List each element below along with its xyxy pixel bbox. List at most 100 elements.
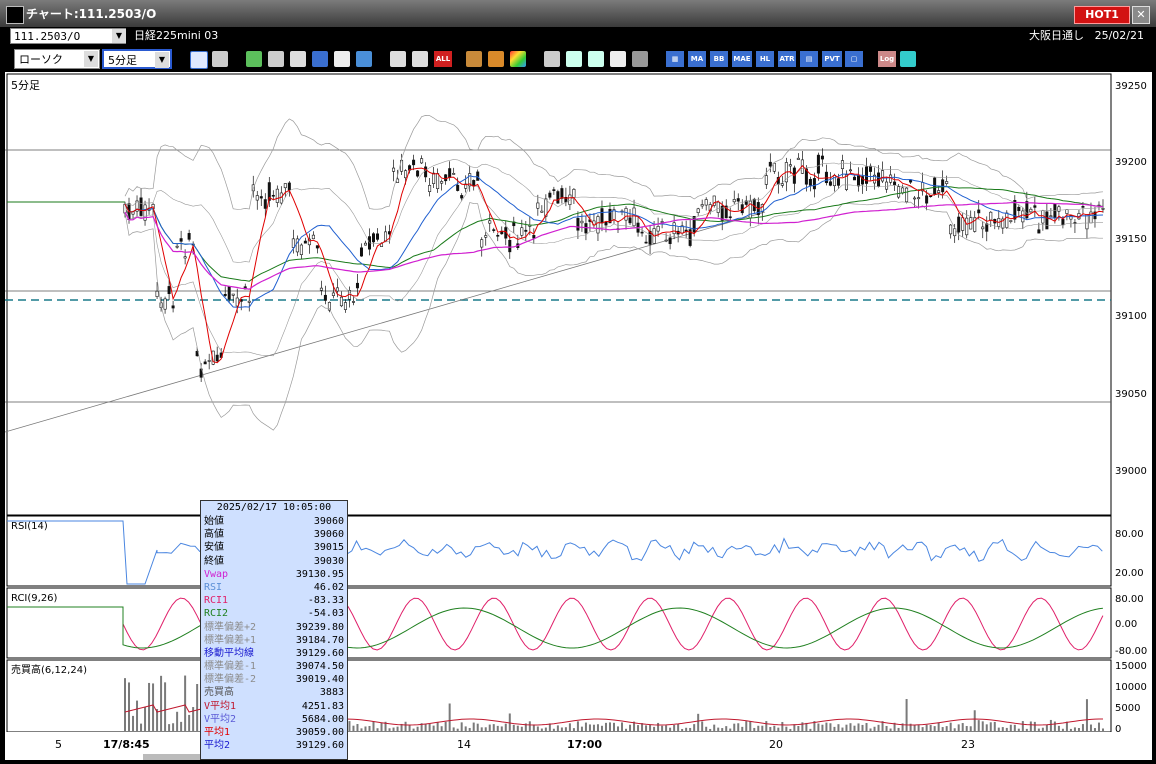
mae-button[interactable]: MAE [732, 51, 752, 67]
tooltip-row-label: 平均1 [204, 727, 231, 738]
candle-body [1061, 218, 1065, 226]
candle-body [1057, 206, 1061, 212]
candle-body [428, 185, 432, 192]
indicator-grid-button[interactable]: ▦ [666, 51, 684, 67]
document-icon[interactable] [334, 51, 350, 67]
chart-canvas[interactable]: 5分足 39250 39200 39150 39100 39050 39000 RSI(1… [4, 72, 1152, 760]
candle-body [949, 224, 953, 235]
tooltip-row: RCI2 -54.03 [201, 607, 347, 620]
pencil-icon[interactable] [246, 51, 262, 67]
volume-bar [168, 724, 171, 731]
trendline-icon[interactable] [268, 51, 284, 67]
bb-button[interactable]: BB [710, 51, 728, 67]
candle-body [303, 240, 307, 244]
toolbar: ローソク ▼ 5分足 ▼ ALL ▦ MA BB MAE HL ATR ▤ PVT … [0, 46, 1156, 72]
chevron-down-icon[interactable]: ▼ [155, 52, 169, 68]
tooltip-row: 標準偏差+1 39184.70 [201, 634, 347, 647]
wrench-icon[interactable] [488, 51, 504, 67]
rci-tick-label: 0.00 [1115, 619, 1137, 630]
candle-body [311, 234, 315, 240]
volume-bar [969, 726, 972, 731]
volume-bar [440, 726, 443, 731]
volume-bar [564, 727, 567, 731]
crosshair-icon[interactable] [212, 51, 228, 67]
volume-bar [709, 728, 712, 731]
pvt-button[interactable]: PVT [822, 51, 842, 67]
volume-bar [845, 724, 848, 731]
volume-bar [653, 726, 656, 731]
candle-body [492, 229, 496, 231]
candle-body [339, 296, 343, 307]
chart-type-select[interactable]: ローソク ▼ [14, 49, 100, 69]
timeframe-select[interactable]: 5分足 ▼ [102, 49, 172, 69]
candle-body [460, 195, 464, 199]
all-button[interactable]: ALL [434, 51, 452, 67]
compare-icon[interactable] [610, 51, 626, 67]
volume-bar [885, 725, 888, 731]
volume-bar [352, 725, 355, 731]
volume-bar [693, 724, 696, 731]
atr-button[interactable]: ATR [778, 51, 796, 67]
candle-narrow-icon[interactable] [412, 51, 428, 67]
candle-body [945, 181, 949, 184]
chevron-down-icon[interactable]: ▼ [112, 29, 126, 43]
volume-bar [749, 721, 752, 731]
candle-body [203, 361, 207, 365]
chart-area[interactable]: 5分足 39250 39200 39150 39100 39050 39000 RSI(1… [4, 72, 1152, 760]
tooltip-row-value: 39060 [313, 529, 344, 541]
volume-panel-label: 売買高(6,12,24) [11, 663, 87, 676]
volume-bar [1049, 719, 1052, 731]
volume-bar [809, 728, 812, 731]
volume-bar [184, 675, 187, 731]
color-palette-icon[interactable] [510, 51, 526, 67]
trash-icon[interactable] [356, 51, 372, 67]
zoom-icon[interactable] [190, 51, 208, 69]
candle-body [820, 155, 824, 160]
candle-body [576, 218, 580, 231]
tooltip-row-value: 39239.80 [295, 621, 344, 633]
candle-icon[interactable] [390, 51, 406, 67]
volume-bar [164, 682, 167, 731]
alert-icon[interactable] [632, 51, 648, 67]
volume-bar [697, 713, 700, 731]
volume-bar [1029, 721, 1032, 731]
candle-body [436, 173, 440, 189]
download-icon[interactable] [544, 51, 560, 67]
line-chart-icon[interactable] [588, 51, 604, 67]
volume-bar [985, 724, 988, 731]
volume-bar [512, 724, 515, 731]
hl-button[interactable]: HL [756, 51, 774, 67]
undo-icon[interactable] [312, 51, 328, 67]
cursor-icon[interactable] [290, 51, 306, 67]
hot1-button[interactable]: HOT1 [1074, 6, 1130, 24]
log-button[interactable]: Log [878, 51, 896, 67]
ma-button[interactable]: MA [688, 51, 706, 67]
search-chart-icon[interactable] [566, 51, 582, 67]
volume-bar [544, 727, 547, 731]
volume-bar [540, 728, 543, 731]
symbol-input[interactable]: 111.2503/O [10, 28, 126, 44]
window-button[interactable]: ▢ [845, 51, 863, 67]
volume-bar [1093, 728, 1096, 731]
volume-bar [733, 723, 736, 731]
chevron-down-icon[interactable]: ▼ [84, 51, 98, 67]
settings-icon[interactable] [466, 51, 482, 67]
close-icon[interactable]: ✕ [1132, 6, 1150, 24]
candle-body [247, 300, 251, 303]
volume-bar [1017, 728, 1020, 731]
volume-bar [725, 726, 728, 731]
volume-bar [1005, 727, 1008, 731]
candle-body [299, 244, 303, 255]
candle-body [440, 181, 444, 184]
candle-body [584, 223, 588, 234]
volume-bar [428, 723, 431, 731]
candle-body [808, 178, 812, 186]
candle-body [905, 187, 909, 203]
volume-bar [1013, 724, 1016, 731]
rsi-panel-label: RSI(14) [11, 521, 48, 532]
parabolic-button[interactable]: ▤ [800, 51, 818, 67]
candle-body [508, 239, 512, 253]
volume-bar [829, 723, 832, 731]
volume-bar [128, 682, 131, 731]
export-icon[interactable] [900, 51, 916, 67]
